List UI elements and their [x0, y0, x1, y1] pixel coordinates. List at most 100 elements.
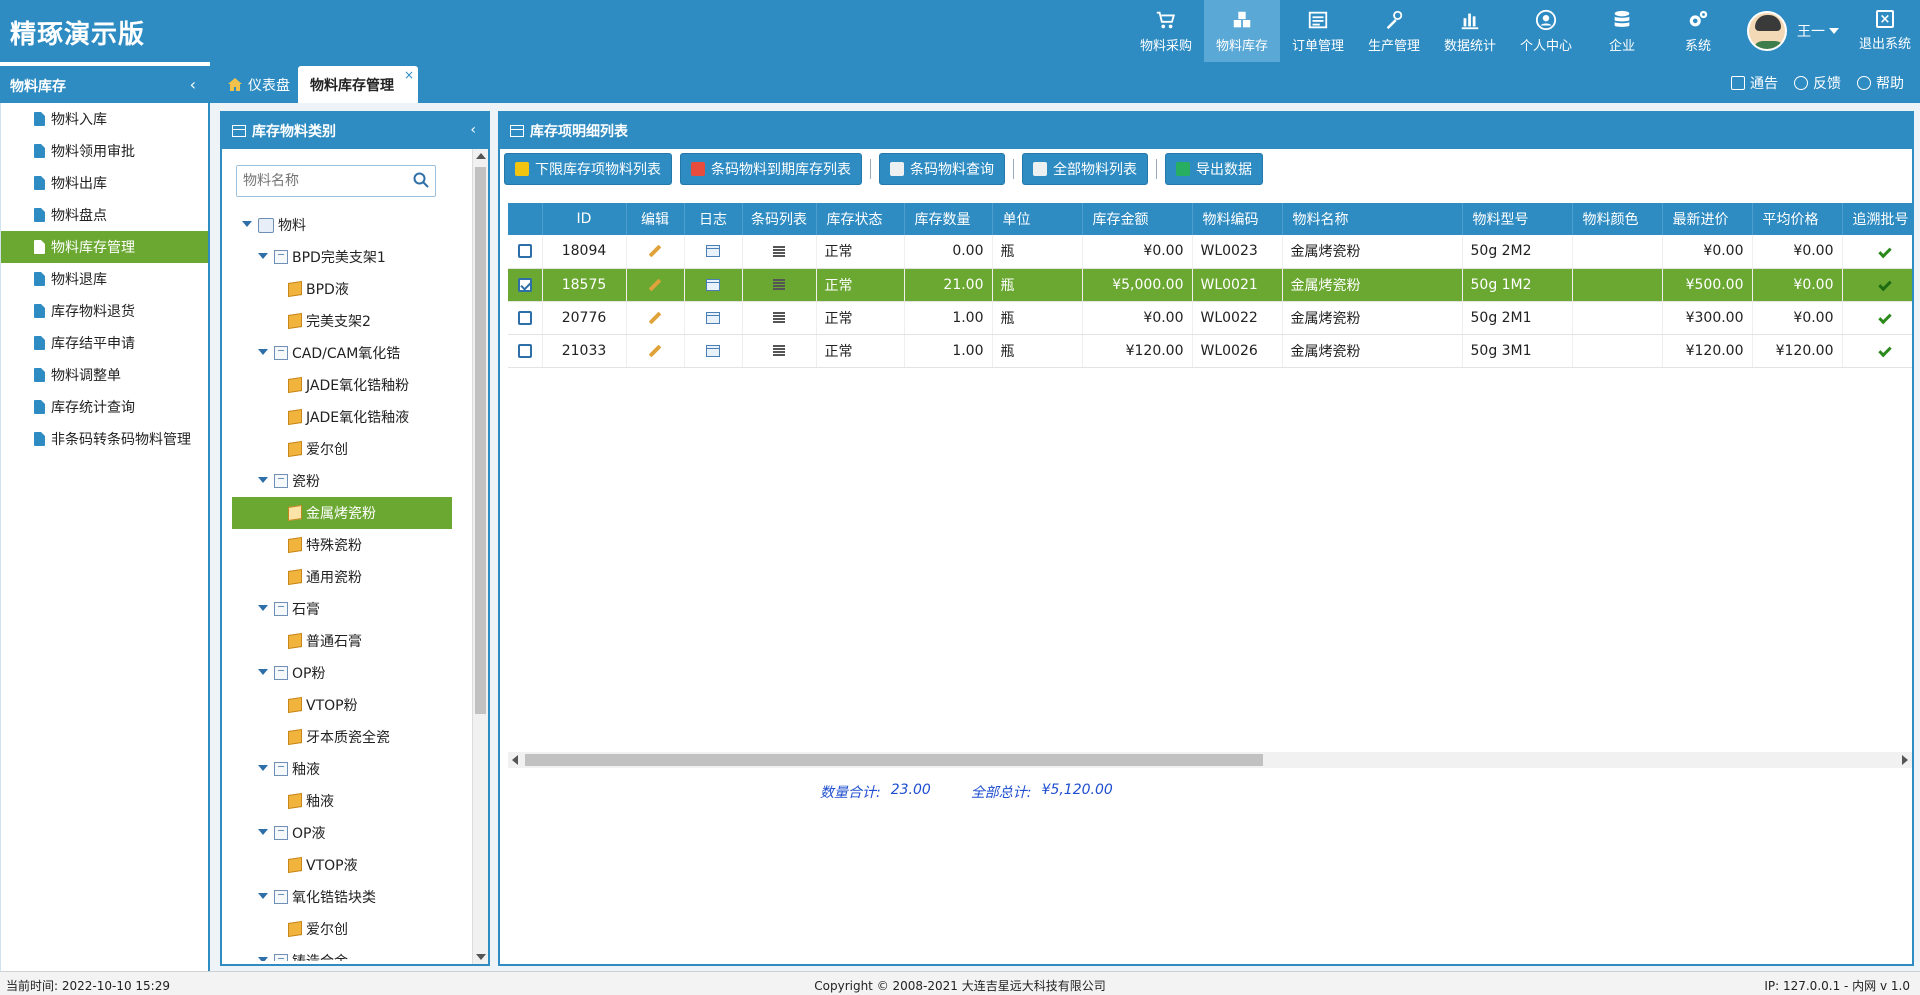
- log-icon[interactable]: [706, 311, 720, 324]
- sidebar-item-stocktake[interactable]: 物料盘点: [1, 199, 208, 231]
- tree-node[interactable]: 釉液: [232, 785, 452, 817]
- expand-toggle-icon[interactable]: [242, 221, 252, 229]
- sidebar-item-adjustment[interactable]: 物料调整单: [1, 359, 208, 391]
- expand-toggle-icon[interactable]: [258, 669, 268, 677]
- nav-inventory[interactable]: 物料库存: [1204, 0, 1280, 62]
- tree-node[interactable]: 石膏: [232, 593, 452, 625]
- expand-toggle-icon[interactable]: [258, 829, 268, 837]
- scroll-right-icon[interactable]: [1902, 755, 1908, 765]
- table-row[interactable]: 20776 正常 1.00 瓶 ¥0.00 WL0022 金属烤瓷粉 50g 2M1 ¥300.…: [508, 301, 1912, 335]
- tab-inventory-management[interactable]: 物料库存管理 ×: [298, 66, 418, 103]
- sidebar-item-inventory-management[interactable]: 物料库存管理: [1, 231, 208, 263]
- column-header[interactable]: 条码列表: [742, 203, 817, 235]
- scroll-up-icon[interactable]: [476, 153, 486, 159]
- barcode-list-icon[interactable]: [773, 345, 785, 356]
- tree-node[interactable]: 牙本质瓷全瓷: [232, 721, 452, 753]
- sidebar-item-return-goods[interactable]: 库存物料退货: [1, 295, 208, 327]
- log-icon[interactable]: [706, 245, 720, 258]
- column-header[interactable]: 最新进价: [1662, 203, 1753, 235]
- nav-orders[interactable]: 订单管理: [1280, 0, 1356, 62]
- nav-statistics[interactable]: 数据统计: [1432, 0, 1508, 62]
- sidebar-item-return-to-stock[interactable]: 物料退库: [1, 263, 208, 295]
- table-row[interactable]: 21033 正常 1.00 瓶 ¥120.00 WL0026 金属烤瓷粉 50g 3M1 ¥12…: [508, 334, 1912, 368]
- column-header[interactable]: 库存金额: [1082, 203, 1193, 235]
- row-checkbox[interactable]: [517, 277, 532, 292]
- sidebar-item-barcode-conversion[interactable]: 非条码转条码物料管理: [1, 423, 208, 455]
- column-header[interactable]: 单位: [992, 203, 1083, 235]
- tree-node[interactable]: VTOP液: [232, 849, 452, 881]
- tree-scrollbar[interactable]: [472, 149, 488, 964]
- expand-toggle-icon[interactable]: [258, 765, 268, 773]
- feedback-link[interactable]: 反馈: [1794, 73, 1841, 93]
- tree-node[interactable]: JADE氧化锆釉粉: [232, 369, 452, 401]
- expand-toggle-icon[interactable]: [258, 349, 268, 357]
- expand-toggle-icon[interactable]: [258, 605, 268, 613]
- column-header[interactable]: 物料编码: [1192, 203, 1283, 235]
- column-header[interactable]: 平均价格: [1752, 203, 1843, 235]
- column-header[interactable]: [508, 203, 543, 235]
- export-data-button[interactable]: 导出数据: [1165, 153, 1263, 185]
- column-header[interactable]: 物料颜色: [1572, 203, 1663, 235]
- edit-icon[interactable]: [648, 344, 662, 357]
- row-checkbox[interactable]: [517, 310, 532, 325]
- tree-node[interactable]: 氧化锆锆块类: [232, 881, 452, 913]
- edit-icon[interactable]: [648, 244, 662, 258]
- close-icon[interactable]: ×: [404, 68, 414, 82]
- chevron-left-icon[interactable]: ‹: [190, 75, 196, 94]
- expand-toggle-icon[interactable]: [258, 253, 268, 261]
- tree-node[interactable]: 爱尔创: [232, 913, 452, 945]
- search-input[interactable]: [237, 166, 405, 196]
- scroll-left-icon[interactable]: [512, 755, 518, 765]
- column-header[interactable]: 库存状态: [816, 203, 905, 235]
- sidebar-item-settlement[interactable]: 库存结平申请: [1, 327, 208, 359]
- expand-toggle-icon[interactable]: [258, 957, 268, 961]
- tree-node[interactable]: 特殊瓷粉: [232, 529, 452, 561]
- column-header[interactable]: 日志: [684, 203, 743, 235]
- column-header[interactable]: 库存数量: [904, 203, 993, 235]
- tree-node[interactable]: 通用瓷粉: [232, 561, 452, 593]
- log-icon[interactable]: [706, 344, 720, 357]
- user-menu[interactable]: 王一: [1736, 0, 1850, 62]
- edit-icon[interactable]: [648, 278, 662, 291]
- tree-node[interactable]: JADE氧化锆釉液: [232, 401, 452, 433]
- column-header[interactable]: 物料名称: [1282, 203, 1463, 235]
- table-row[interactable]: 18094 正常 0.00 瓶 ¥0.00 WL0023 金属烤瓷粉 50g 2M2 ¥0.00…: [508, 235, 1912, 269]
- tree-node[interactable]: OP粉: [232, 657, 452, 689]
- expand-toggle-icon[interactable]: [258, 893, 268, 901]
- tree-node[interactable]: CAD/CAM氧化锆: [232, 337, 452, 369]
- column-header[interactable]: 追溯批号: [1842, 203, 1912, 235]
- search-icon[interactable]: [413, 172, 429, 188]
- nav-purchase[interactable]: 物料采购: [1128, 0, 1204, 62]
- barcode-list-icon[interactable]: [773, 245, 785, 257]
- tree-node[interactable]: 完美支架2: [232, 305, 452, 337]
- scroll-down-icon[interactable]: [476, 954, 486, 960]
- row-checkbox[interactable]: [517, 244, 532, 259]
- sidebar-item-stock-in[interactable]: 物料入库: [1, 103, 208, 135]
- chevron-left-icon[interactable]: ‹: [470, 122, 476, 138]
- table-horizontal-scrollbar[interactable]: [508, 752, 1912, 768]
- tree-node[interactable]: OP液: [232, 817, 452, 849]
- expand-toggle-icon[interactable]: [258, 477, 268, 485]
- column-header[interactable]: 编辑: [626, 203, 685, 235]
- nav-enterprise[interactable]: 企业: [1584, 0, 1660, 62]
- edit-icon[interactable]: [648, 311, 662, 324]
- tree-node[interactable]: 釉液: [232, 753, 452, 785]
- tree-node[interactable]: 物料: [232, 209, 452, 241]
- row-checkbox[interactable]: [517, 343, 532, 358]
- all-materials-button[interactable]: 全部物料列表: [1022, 153, 1148, 185]
- nav-personal[interactable]: 个人中心: [1508, 0, 1584, 62]
- barcode-list-icon[interactable]: [773, 312, 785, 323]
- sidebar-item-stock-out[interactable]: 物料出库: [1, 167, 208, 199]
- expiry-stock-list-button[interactable]: 条码物料到期库存列表: [680, 153, 862, 185]
- scroll-thumb[interactable]: [525, 754, 1263, 766]
- table-row[interactable]: 18575 正常 21.00 瓶 ¥5,000.00 WL0021 金属烤瓷粉 50g 1M2…: [508, 268, 1912, 302]
- logout-button[interactable]: × 退出系统: [1850, 0, 1920, 62]
- sidebar-item-statistics-query[interactable]: 库存统计查询: [1, 391, 208, 423]
- tab-dashboard[interactable]: 仪表盘: [216, 66, 302, 103]
- tree-node[interactable]: 爱尔创: [232, 433, 452, 465]
- tree-node[interactable]: BPD液: [232, 273, 452, 305]
- tree-node[interactable]: VTOP粉: [232, 689, 452, 721]
- barcode-query-button[interactable]: 条码物料查询: [879, 153, 1005, 185]
- help-link[interactable]: 帮助: [1857, 73, 1904, 93]
- nav-production[interactable]: 生产管理: [1356, 0, 1432, 62]
